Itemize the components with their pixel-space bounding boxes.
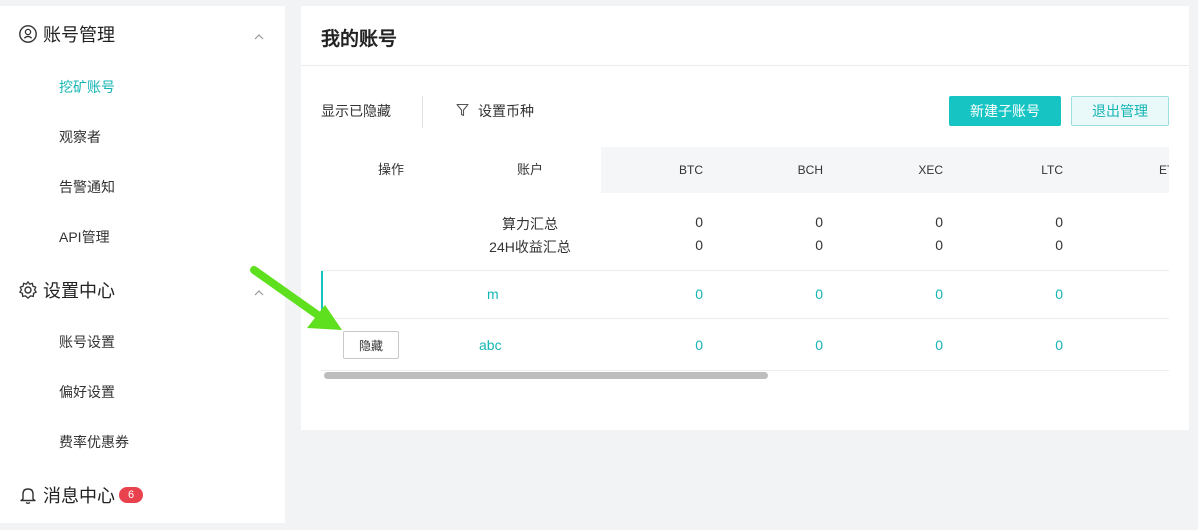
- column-header-bch: BCH: [797, 163, 823, 177]
- account-value[interactable]: 0: [1023, 337, 1063, 353]
- summary-value: 0: [1055, 214, 1063, 230]
- sidebar-item-account-settings[interactable]: 账号设置: [59, 332, 115, 352]
- unread-count-badge: 6: [119, 487, 143, 503]
- column-header-account: 账户: [516, 162, 543, 177]
- summary-value: 0: [1055, 237, 1063, 253]
- sidebar-section-account[interactable]: 账号管理: [18, 19, 273, 49]
- chevron-up-icon[interactable]: [253, 27, 265, 40]
- sidebar-section-label: 账号管理: [43, 25, 115, 45]
- account-value[interactable]: 0: [663, 337, 703, 353]
- filter-icon: [456, 103, 478, 120]
- sidebar-section-messages[interactable]: 消息中心 6: [18, 480, 273, 510]
- account-value[interactable]: 0: [783, 337, 823, 353]
- account-value[interactable]: 0: [903, 286, 943, 302]
- column-header-ltc: LTC: [1041, 163, 1063, 177]
- column-header-xec: XEC: [918, 163, 943, 177]
- column-header-eth: ET: [1159, 163, 1169, 177]
- show-hidden-toggle[interactable]: 显示已隐藏: [321, 101, 391, 121]
- horizontal-scrollbar[interactable]: [321, 371, 1169, 380]
- account-value[interactable]: 0: [663, 286, 703, 302]
- annotation-arrow-icon: [250, 266, 342, 330]
- summary-value: 0: [815, 237, 823, 253]
- page-title: 我的账号: [321, 29, 398, 50]
- sidebar-item-preferences[interactable]: 偏好设置: [59, 382, 115, 402]
- sidebar-item-api[interactable]: API管理: [59, 227, 110, 247]
- user-circle-icon: [18, 24, 38, 44]
- set-currency-label: 设置币种: [478, 103, 534, 119]
- account-name-link[interactable]: m: [487, 286, 499, 302]
- summary-label-earnings: 24H收益汇总: [489, 239, 571, 255]
- row-divider: [321, 270, 1169, 271]
- new-sub-account-button[interactable]: 新建子账号: [949, 96, 1061, 126]
- summary-value: 0: [935, 214, 943, 230]
- account-value[interactable]: 0: [903, 337, 943, 353]
- exit-manage-button[interactable]: 退出管理: [1071, 96, 1169, 126]
- sidebar-section-label: 消息中心: [43, 486, 115, 506]
- account-name-link[interactable]: abc: [479, 337, 502, 353]
- sidebar-item-alerts[interactable]: 告警通知: [59, 177, 115, 197]
- summary-label-hashrate: 算力汇总: [502, 216, 558, 232]
- summary-value: 0: [695, 237, 703, 253]
- set-currency-button[interactable]: 设置币种: [456, 101, 534, 121]
- account-value[interactable]: 0: [1023, 286, 1063, 302]
- column-header-action: 操作: [377, 162, 404, 177]
- scrollbar-thumb[interactable]: [324, 372, 768, 379]
- main-panel: 我的账号 显示已隐藏 设置币种 新建子账号 退出管理 操作 账户 BTC BCH…: [301, 6, 1189, 430]
- summary-value: 0: [695, 214, 703, 230]
- hide-account-button[interactable]: 隐藏: [343, 331, 399, 359]
- sidebar-section-settings[interactable]: 设置中心: [18, 275, 273, 305]
- gear-icon: [18, 280, 38, 300]
- row-divider: [321, 318, 1169, 319]
- summary-value: 0: [815, 214, 823, 230]
- sidebar-item-mining-account[interactable]: 挖矿账号: [59, 77, 115, 97]
- toolbar-divider: [422, 96, 423, 128]
- sidebar: 账号管理 挖矿账号 观察者 告警通知 API管理 设置中心 账号设置 偏好设置 …: [0, 6, 285, 523]
- sidebar-item-observer[interactable]: 观察者: [59, 127, 101, 147]
- accounts-table: 操作 账户 BTC BCH XEC LTC ET 算力汇总 24H收益汇总 0 …: [321, 147, 1169, 387]
- account-value[interactable]: 0: [783, 286, 823, 302]
- summary-value: 0: [935, 237, 943, 253]
- sidebar-section-label: 设置中心: [43, 281, 115, 301]
- column-header-btc: BTC: [679, 163, 703, 177]
- divider: [301, 65, 1189, 66]
- sidebar-item-fee-coupon[interactable]: 费率优惠券: [59, 432, 129, 452]
- bell-icon: [18, 485, 38, 505]
